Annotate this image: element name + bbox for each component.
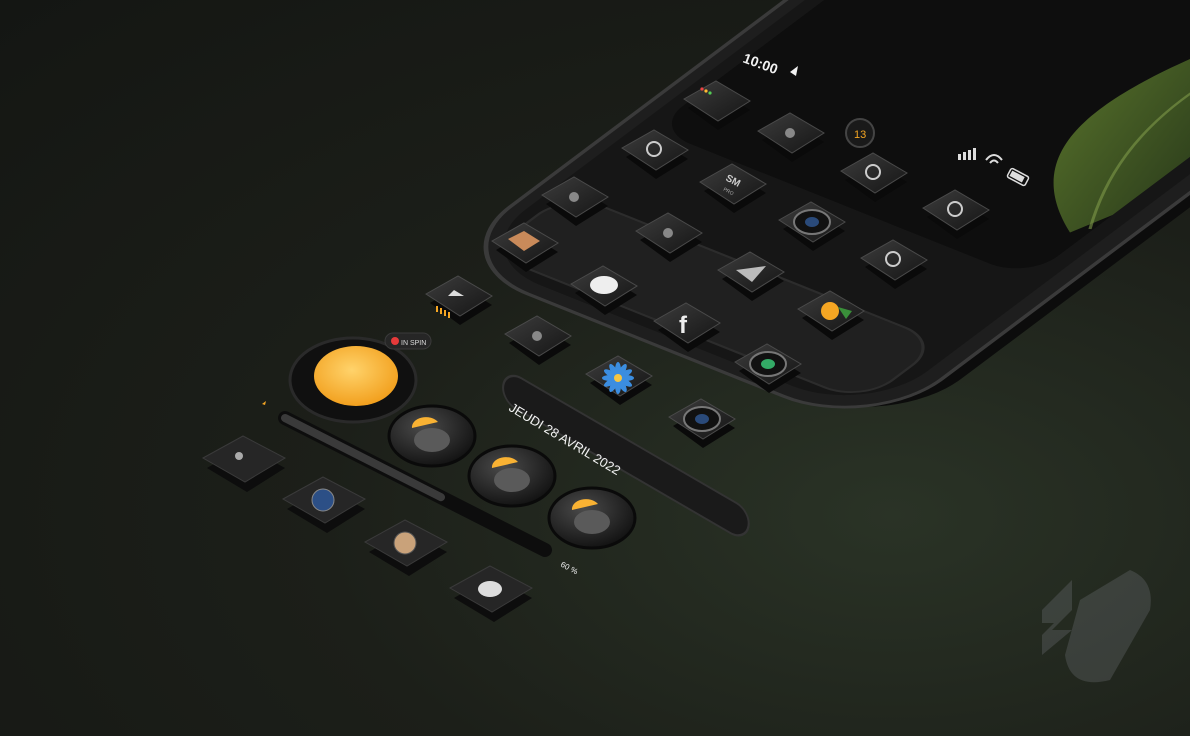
bolt-icon xyxy=(262,401,266,405)
phone-mockup: 10:00 SMPROf 13 IN SPIN JEUDI 28 AVRIL 2… xyxy=(201,0,1190,683)
flower-icon[interactable] xyxy=(585,355,653,405)
calendar-badge: 13 xyxy=(854,129,866,141)
drive-icon[interactable] xyxy=(425,275,493,325)
forecast-day-2[interactable] xyxy=(467,444,557,508)
pill-label: IN SPIN xyxy=(401,340,426,347)
notes-icon[interactable] xyxy=(504,315,572,365)
svg-text:f: f xyxy=(679,312,688,339)
forecast-day-3[interactable] xyxy=(547,486,637,550)
logo-watermark xyxy=(1042,570,1151,683)
spin-pill[interactable]: IN SPIN xyxy=(384,332,432,350)
lens-icon[interactable] xyxy=(668,398,736,448)
camera-dock-icon[interactable] xyxy=(201,435,287,492)
compass-icon[interactable] xyxy=(281,476,367,533)
weather-widget[interactable] xyxy=(288,336,418,424)
battery-percent: 60 % xyxy=(559,560,579,577)
moon-icon[interactable] xyxy=(448,565,534,622)
music-icon[interactable] xyxy=(363,519,449,576)
sun-icon xyxy=(314,346,398,406)
forecast-day-1[interactable] xyxy=(387,404,477,468)
calendar-widget[interactable]: 13 xyxy=(845,118,875,148)
